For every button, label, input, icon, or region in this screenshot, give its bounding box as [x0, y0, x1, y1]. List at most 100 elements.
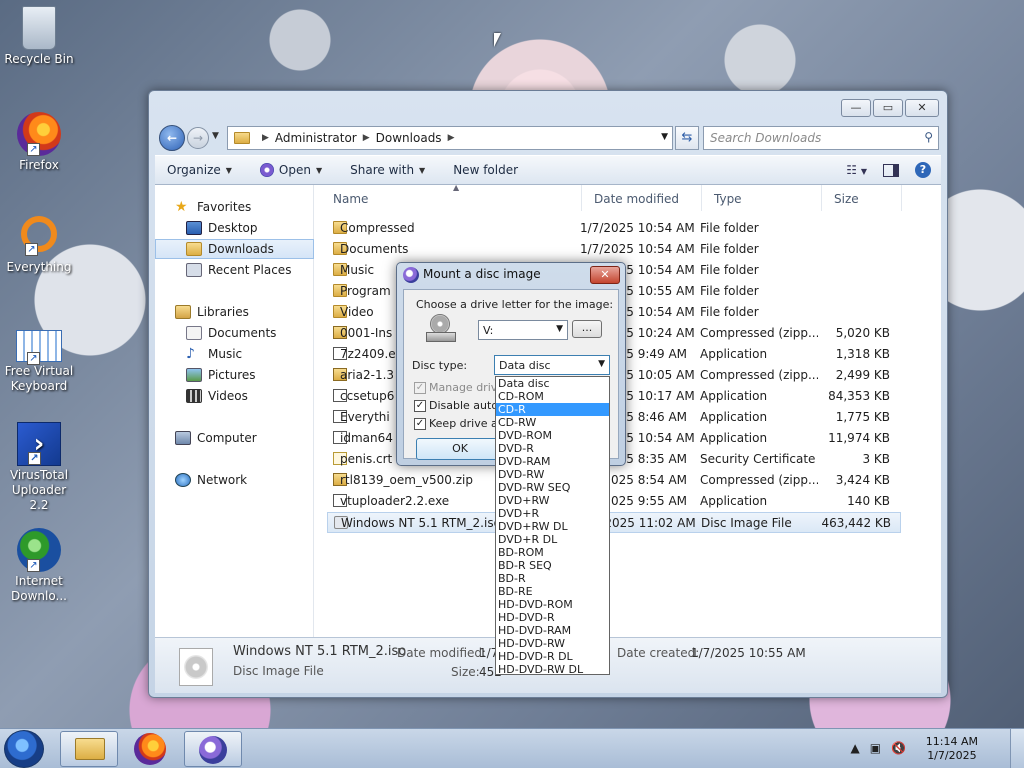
- open-button[interactable]: Open ▼: [259, 163, 323, 177]
- volume-muted-icon[interactable]: 🔇: [891, 741, 906, 755]
- address-bar[interactable]: ▶ Administrator ▶ Downloads ▶ ▼: [227, 126, 673, 150]
- close-button[interactable]: ✕: [905, 99, 939, 117]
- nav-desktop[interactable]: Desktop: [155, 218, 314, 238]
- drive-letter-select[interactable]: V: ▼: [478, 320, 568, 340]
- minimize-button[interactable]: —: [841, 99, 871, 117]
- maximize-button[interactable]: ▭: [873, 99, 903, 117]
- nav-recent-label: Recent Places: [208, 263, 292, 277]
- nav-recent-places[interactable]: Recent Places: [155, 260, 314, 280]
- disc-type-option[interactable]: CD-R: [496, 403, 609, 416]
- desktop-icon-free-virtual-keyboard[interactable]: ↗ Free Virtual Keyboard: [4, 320, 74, 394]
- new-folder-button[interactable]: New folder: [453, 163, 518, 177]
- desktop-icon-internet-download-manager[interactable]: ↗ Internet Downlo...: [4, 528, 74, 604]
- nav-music[interactable]: ♪ Music: [155, 344, 314, 364]
- disc-type-option[interactable]: BD-ROM: [496, 546, 609, 559]
- disc-type-option[interactable]: BD-R: [496, 572, 609, 585]
- show-hidden-icons-icon[interactable]: ▲: [850, 741, 859, 755]
- nav-pictures[interactable]: Pictures: [155, 365, 314, 385]
- table-row[interactable]: rtl8139_oem_v500.zip 1/7/2025 8:54 AM Comp…: [327, 470, 901, 491]
- preview-pane-icon[interactable]: [883, 163, 899, 177]
- dialog-close-button[interactable]: ✕: [590, 266, 620, 284]
- disc-type-option[interactable]: HD-DVD-RW: [496, 637, 609, 650]
- browse-button[interactable]: ...: [572, 320, 602, 338]
- table-row[interactable]: Documents 1/7/2025 10:54 AM File folder: [327, 239, 901, 260]
- refresh-button[interactable]: ⇆: [675, 126, 699, 150]
- start-button[interactable]: [4, 730, 44, 768]
- nav-libraries[interactable]: Libraries: [155, 302, 314, 322]
- details-created-value: 1/7/2025 10:55 AM: [691, 646, 806, 660]
- disc-type-dropdown-list[interactable]: Data disc CD-ROM CD-R CD-RW DVD-ROM DVD-R DVD-…: [495, 376, 610, 676]
- disc-type-option[interactable]: HD-DVD-R DL: [496, 650, 609, 663]
- search-input[interactable]: Search Downloads ⚲: [703, 126, 939, 150]
- desktop-icon-virustotal[interactable]: › ↗ VirusTotal Uploader 2.2: [4, 422, 74, 513]
- address-dropdown-icon[interactable]: ▼: [661, 132, 668, 142]
- disc-type-option[interactable]: DVD-RAM: [496, 455, 609, 468]
- desktop-icon-recycle-bin[interactable]: Recycle Bin: [4, 6, 74, 67]
- disc-type-option[interactable]: BD-RE: [496, 585, 609, 598]
- help-icon[interactable]: ?: [915, 162, 931, 178]
- organize-button[interactable]: Organize ▼: [167, 163, 232, 177]
- network-tray-icon[interactable]: ▣: [870, 741, 881, 755]
- disc-type-option[interactable]: DVD-RW SEQ: [496, 481, 609, 494]
- disable-autorun-checkbox[interactable]: ✓: [414, 400, 426, 412]
- column-header-size[interactable]: Size: [822, 185, 902, 211]
- nav-documents-label: Documents: [208, 326, 277, 340]
- nav-videos[interactable]: Videos: [155, 386, 314, 406]
- show-desktop-button[interactable]: [1010, 729, 1024, 768]
- pictures-icon: [186, 368, 202, 382]
- nav-downloads[interactable]: Downloads: [155, 239, 314, 259]
- column-header-type[interactable]: Type: [702, 185, 822, 211]
- disc-type-option[interactable]: DVD+R: [496, 507, 609, 520]
- chevron-down-icon: ▼: [315, 165, 323, 175]
- forward-button[interactable]: →: [187, 127, 209, 149]
- nav-computer[interactable]: Computer: [155, 428, 314, 448]
- share-with-button[interactable]: Share with ▼: [350, 163, 425, 177]
- taskbar-disc-app-button[interactable]: [184, 731, 242, 767]
- manage-drive-checkbox[interactable]: ✓: [414, 382, 426, 394]
- desktop-icon-firefox[interactable]: ↗ Firefox: [4, 112, 74, 173]
- back-button[interactable]: ←: [159, 125, 185, 151]
- search-icon[interactable]: ⚲: [924, 130, 933, 144]
- column-header-date[interactable]: Date modified: [582, 185, 702, 211]
- shortcut-arrow-icon: ↗: [27, 352, 40, 365]
- clock-date: 1/7/2025: [927, 749, 977, 762]
- taskbar-explorer-button[interactable]: [60, 731, 118, 767]
- view-options-icon[interactable]: ☷ ▼: [846, 163, 867, 177]
- taskbar-firefox-button[interactable]: [134, 733, 166, 765]
- table-row[interactable]: Windows NT 5.1 RTM_2.iso 1/7/2025 11:02 A…: [327, 512, 901, 533]
- disc-type-option[interactable]: DVD-R: [496, 442, 609, 455]
- table-row[interactable]: Compressed 1/7/2025 10:54 AM File folder: [327, 218, 901, 239]
- disc-type-option[interactable]: CD-ROM: [496, 390, 609, 403]
- disc-type-option[interactable]: DVD+R DL: [496, 533, 609, 546]
- breadcrumb-downloads[interactable]: Downloads: [376, 131, 442, 145]
- disc-type-option[interactable]: DVD+RW: [496, 494, 609, 507]
- disc-type-option[interactable]: DVD-ROM: [496, 429, 609, 442]
- disc-type-option[interactable]: DVD+RW DL: [496, 520, 609, 533]
- nav-documents[interactable]: Documents: [155, 323, 314, 343]
- disc-type-option[interactable]: CD-RW: [496, 416, 609, 429]
- ok-button[interactable]: OK: [416, 438, 504, 460]
- nav-favorites[interactable]: ★ Favorites: [155, 197, 314, 217]
- file-name: vtuploader2.2.exe: [340, 494, 450, 508]
- disc-type-option[interactable]: HD-DVD-RAM: [496, 624, 609, 637]
- disc-type-option[interactable]: HD-DVD-RW DL: [496, 663, 609, 676]
- disc-type-option[interactable]: Data disc: [496, 377, 609, 390]
- keep-drive-checkbox[interactable]: ✓: [414, 418, 426, 430]
- column-header-name[interactable]: Name: [321, 185, 582, 211]
- disc-type-option[interactable]: DVD-RW: [496, 468, 609, 481]
- file-type: Security Certificate: [700, 452, 816, 466]
- desktop-icon-everything[interactable]: ↗ Everything: [4, 216, 74, 275]
- recent-pages-dropdown[interactable]: ▼: [212, 131, 219, 141]
- clock[interactable]: 11:14 AM 1/7/2025: [926, 735, 978, 763]
- breadcrumb-administrator[interactable]: Administrator: [275, 131, 357, 145]
- desktop-icon-label: Free Virtual Keyboard: [4, 364, 74, 393]
- recycle-bin-icon: [22, 6, 56, 50]
- disc-type-option[interactable]: BD-R SEQ: [496, 559, 609, 572]
- file-type: Application: [700, 431, 768, 445]
- nav-favorites-label: Favorites: [197, 200, 252, 214]
- table-row[interactable]: vtuploader2.2.exe 1/7/2025 9:55 AM Applica…: [327, 491, 901, 512]
- disc-type-option[interactable]: HD-DVD-R: [496, 611, 609, 624]
- nav-network[interactable]: Network: [155, 470, 314, 490]
- disc-type-option[interactable]: HD-DVD-ROM: [496, 598, 609, 611]
- disc-type-select[interactable]: Data disc ▼: [494, 355, 610, 375]
